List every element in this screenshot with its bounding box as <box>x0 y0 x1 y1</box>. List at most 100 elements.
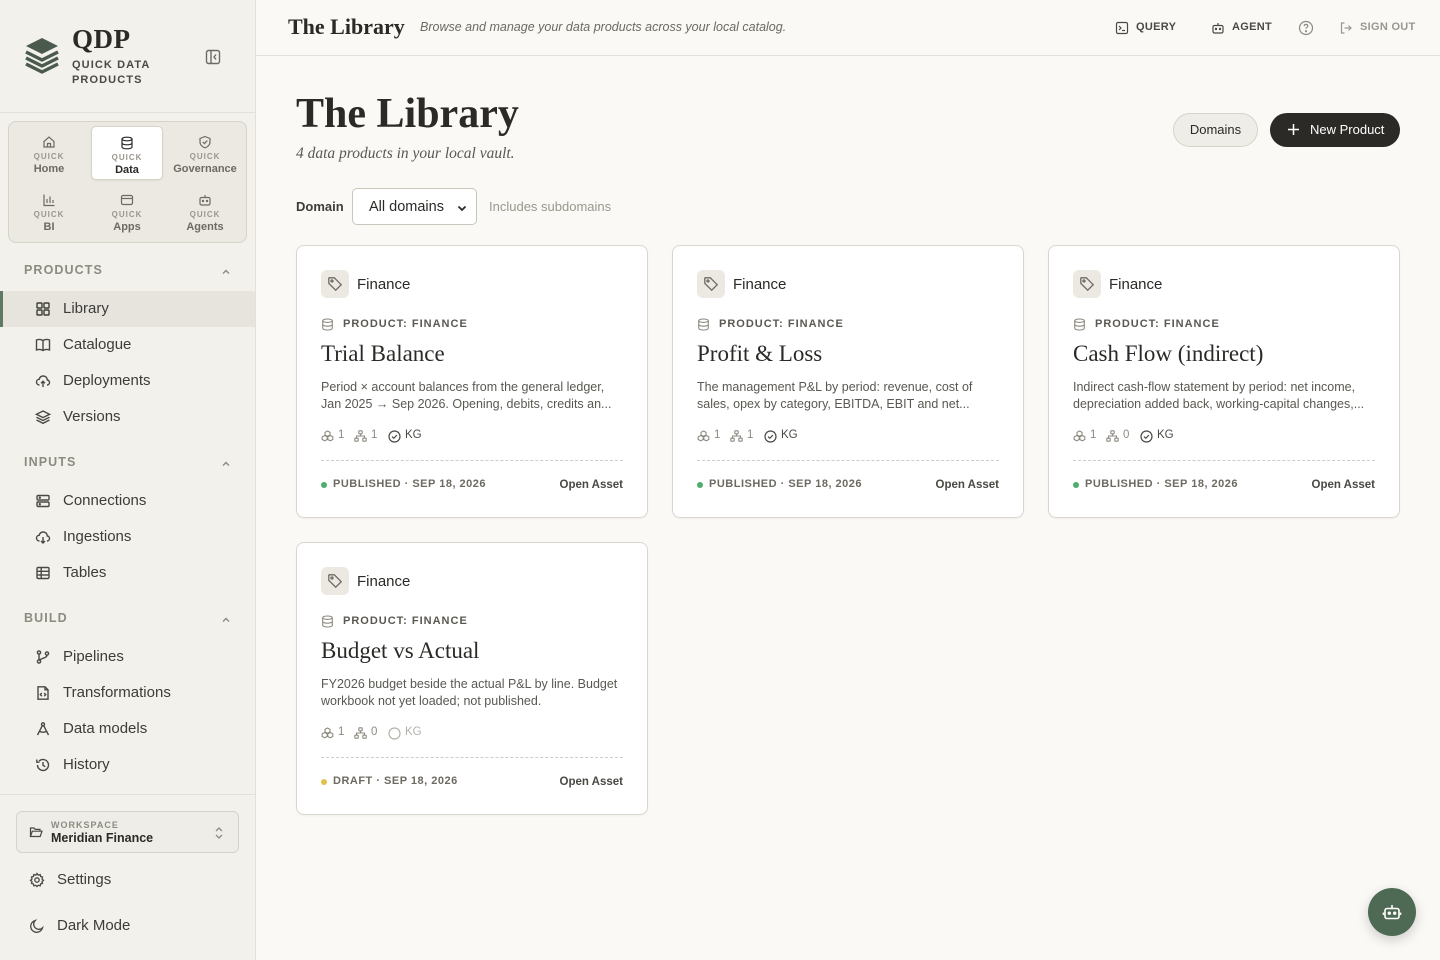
chevron-up-icon <box>220 266 232 278</box>
product-card[interactable]: Finance PRODUCT: FINANCE Cash Flow (indi… <box>1048 245 1400 518</box>
quick-apps-label: Apps <box>113 221 141 233</box>
product-card[interactable]: Finance PRODUCT: FINANCE Budget vs Actua… <box>296 542 648 815</box>
domains-button[interactable]: Domains <box>1173 113 1258 147</box>
card-title[interactable]: Trial Balance <box>321 341 445 367</box>
section-build-header[interactable]: BUILD <box>24 611 232 629</box>
sources-count: 1 <box>1090 429 1097 441</box>
status-dot <box>697 482 703 488</box>
open-asset-link[interactable]: Open Asset <box>560 479 623 491</box>
chevrons-up-down-icon <box>214 826 224 840</box>
quick-agents[interactable]: QUICK Agents <box>169 184 241 238</box>
sidebar-item-library[interactable]: Library <box>0 291 255 327</box>
sign-out-button[interactable]: SIGN OUT <box>1339 20 1419 36</box>
quick-apps[interactable]: QUICK Apps <box>91 184 163 238</box>
status-dot <box>321 482 327 488</box>
domain-select[interactable]: All domains <box>352 188 477 225</box>
sources-count: 1 <box>338 726 345 738</box>
dark-mode-toggle[interactable]: Dark Mode <box>0 908 255 944</box>
database-icon <box>1073 318 1086 331</box>
compass-icon <box>35 721 51 737</box>
tag-icon <box>1080 277 1095 292</box>
network-icon <box>354 430 367 442</box>
database-icon <box>321 318 334 331</box>
card-divider <box>697 460 999 461</box>
kg-label: KG <box>1157 429 1174 441</box>
workspace-name: Meridian Finance <box>51 831 154 845</box>
sidebar-item-transformations[interactable]: Transformations <box>0 675 255 711</box>
check-circle-icon <box>764 430 777 443</box>
card-stats: 1 1 KG <box>321 428 621 444</box>
sidebar-item-label: Transformations <box>63 684 171 701</box>
help-button[interactable] <box>1298 20 1314 36</box>
quick-home[interactable]: QUICK Home <box>13 126 85 180</box>
grid-icon <box>35 301 51 317</box>
new-product-label: New Product <box>1310 122 1385 137</box>
section-inputs-header[interactable]: INPUTS <box>24 455 232 473</box>
card-domain-tag: Finance <box>733 276 787 293</box>
file-code-icon <box>35 685 51 701</box>
status-text: PUBLISHED · SEP 18, 2026 <box>333 478 487 490</box>
card-divider <box>321 757 623 758</box>
home-icon <box>42 135 56 149</box>
open-asset-link[interactable]: Open Asset <box>560 776 623 788</box>
product-card[interactable]: Finance PRODUCT: FINANCE Profit & Loss T… <box>672 245 1024 518</box>
sidebar-item-versions[interactable]: Versions <box>0 399 255 435</box>
query-button[interactable]: QUERY <box>1115 20 1176 36</box>
settings-link[interactable]: Settings <box>0 862 255 898</box>
card-product-type: PRODUCT: FINANCE <box>719 318 844 330</box>
sidebar-item-ingestions[interactable]: Ingestions <box>0 519 255 555</box>
quick-data[interactable]: QUICK Data <box>91 126 163 180</box>
quick-agents-prefix: QUICK <box>189 210 221 219</box>
database-icon <box>697 318 710 331</box>
sidebar-item-deployments[interactable]: Deployments <box>0 363 255 399</box>
status-text: DRAFT · SEP 18, 2026 <box>333 775 458 787</box>
card-description: Indirect cash-flow statement by period: … <box>1073 380 1365 411</box>
history-icon <box>35 757 51 773</box>
quick-governance[interactable]: QUICK Governance <box>169 126 241 180</box>
quick-data-prefix: QUICK <box>111 153 143 162</box>
circle-icon <box>388 727 401 740</box>
quick-apps-prefix: QUICK <box>111 210 143 219</box>
folder-open-icon <box>29 825 43 839</box>
qdp-logo-icon <box>24 36 60 74</box>
agent-button[interactable]: AGENT <box>1211 20 1272 36</box>
book-open-icon <box>35 337 51 353</box>
sidebar-item-connections[interactable]: Connections <box>0 483 255 519</box>
product-card[interactable]: Finance PRODUCT: FINANCE Trial Balance P… <box>296 245 648 518</box>
workspace-switcher[interactable]: WORKSPACE Meridian Finance <box>16 811 239 853</box>
new-product-button[interactable]: New Product <box>1270 113 1400 147</box>
sidebar-item-tables[interactable]: Tables <box>0 555 255 591</box>
sidebar-item-catalogue[interactable]: Catalogue <box>0 327 255 363</box>
agent-chat-button[interactable] <box>1368 888 1416 936</box>
sidebar-item-data-models[interactable]: Data models <box>0 711 255 747</box>
section-products-header[interactable]: PRODUCTS <box>24 263 232 281</box>
check-circle-icon <box>1140 430 1153 443</box>
sidebar: QDP QUICK DATA PRODUCTS QUICK Home QUICK… <box>0 0 256 960</box>
quick-bi[interactable]: QUICK BI <box>13 184 85 238</box>
kg-label: KG <box>405 429 422 441</box>
collapse-sidebar-icon[interactable] <box>204 48 222 66</box>
sidebar-item-label: Connections <box>63 492 147 509</box>
lineage-count: 0 <box>1123 429 1130 441</box>
moon-icon <box>29 918 45 934</box>
quick-home-label: Home <box>33 163 65 175</box>
sidebar-item-label: Pipelines <box>63 648 124 665</box>
quick-bi-prefix: QUICK <box>33 210 65 219</box>
open-asset-link[interactable]: Open Asset <box>936 479 999 491</box>
section-build-title: BUILD <box>24 611 68 625</box>
sidebar-item-history[interactable]: History <box>0 747 255 783</box>
card-domain-tag: Finance <box>357 276 411 293</box>
sidebar-item-pipelines[interactable]: Pipelines <box>0 639 255 675</box>
settings-label: Settings <box>57 871 112 888</box>
card-title[interactable]: Budget vs Actual <box>321 638 479 664</box>
page-title: The Library <box>296 91 519 137</box>
open-asset-link[interactable]: Open Asset <box>1312 479 1375 491</box>
status-text: PUBLISHED · SEP 18, 2026 <box>709 478 863 490</box>
card-description: FY2026 budget beside the actual P&L by l… <box>321 677 618 708</box>
tag-badge <box>697 270 725 298</box>
dark-mode-label: Dark Mode <box>57 917 131 934</box>
quick-home-prefix: QUICK <box>33 152 65 161</box>
status-dot <box>1073 482 1079 488</box>
card-title[interactable]: Cash Flow (indirect) <box>1073 341 1263 367</box>
card-title[interactable]: Profit & Loss <box>697 341 822 367</box>
